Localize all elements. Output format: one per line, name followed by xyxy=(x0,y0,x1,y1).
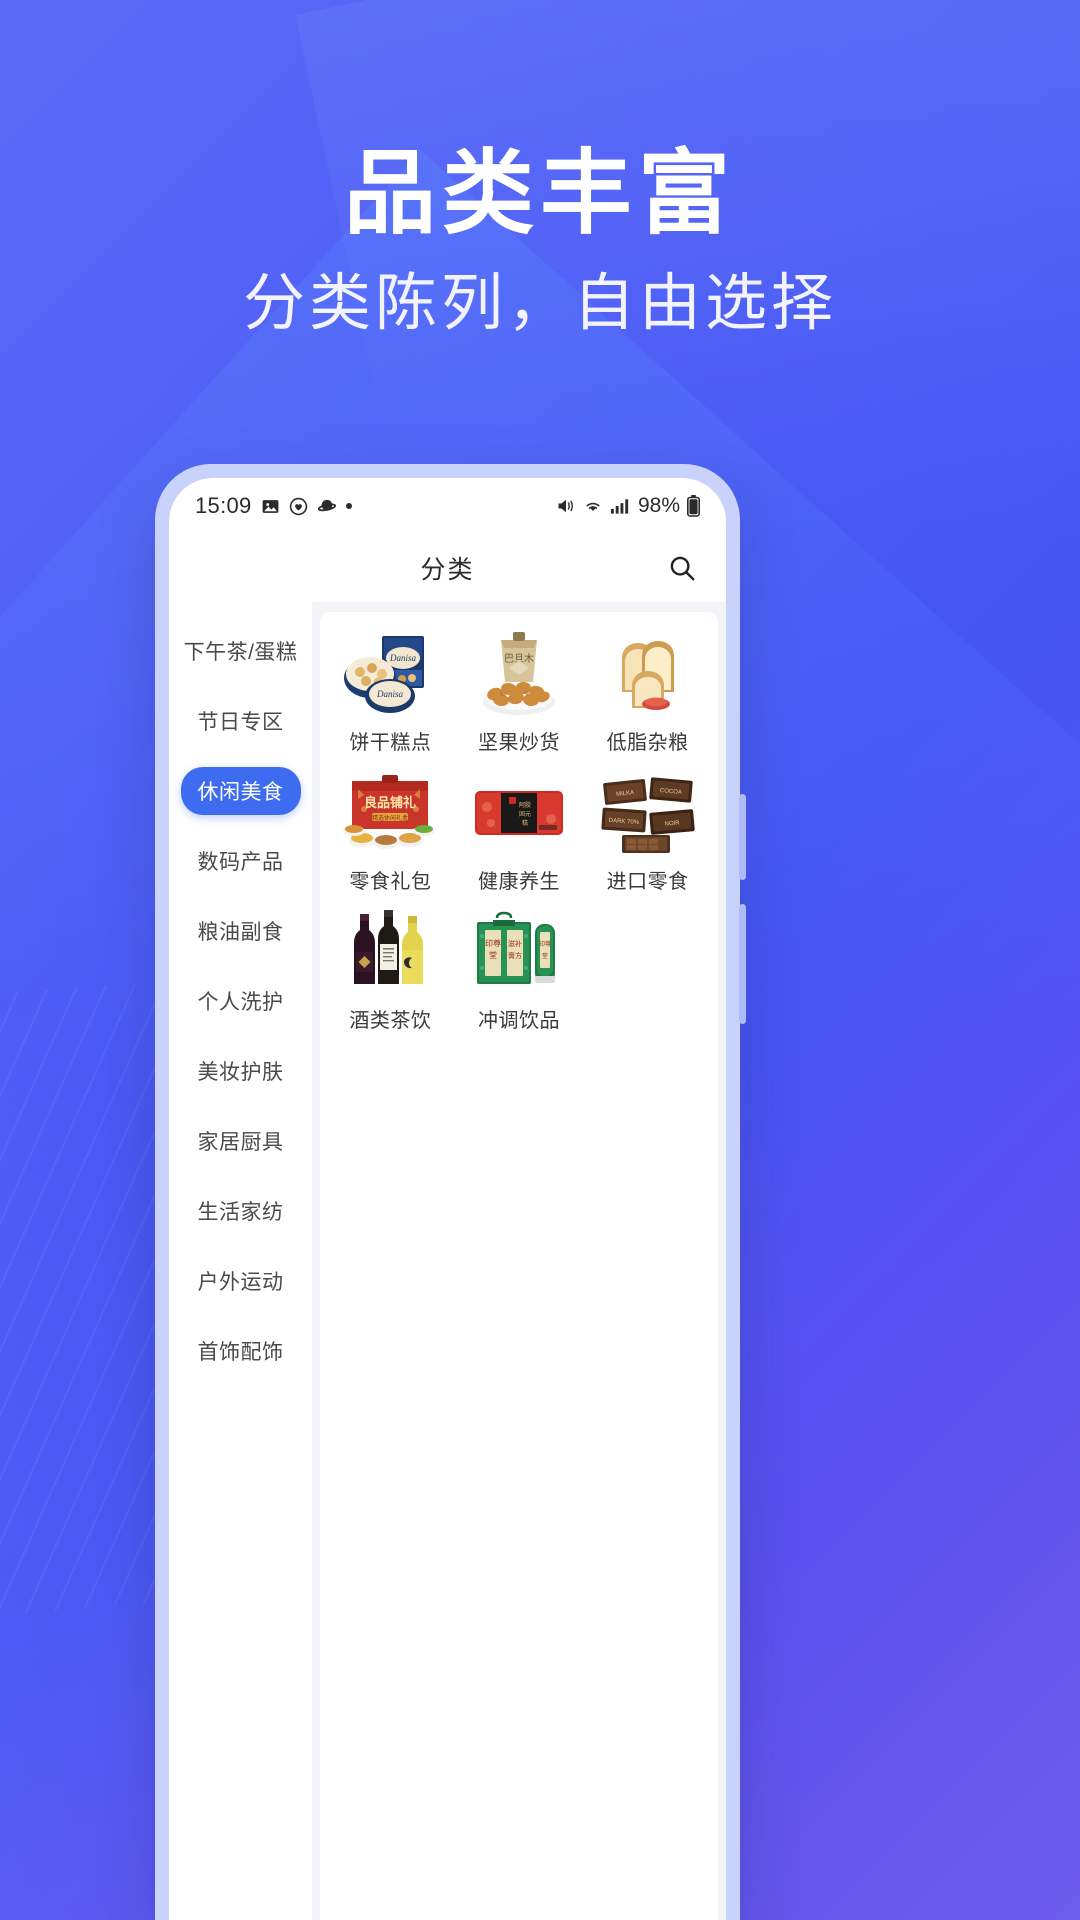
battery-icon xyxy=(687,495,700,517)
subcategory-cell[interactable]: 印尊 堂 滋补 膏方 印尊 堂 冲调饮品 xyxy=(455,906,584,1033)
page-title: 分类 xyxy=(420,556,475,584)
bread-slices-thumb xyxy=(596,628,700,720)
planet-icon xyxy=(317,496,337,516)
subcategory-label: 进口零食 xyxy=(606,871,689,893)
sidebar-item[interactable]: 个人洗护 xyxy=(169,966,312,1036)
sidebar-item-label: 个人洗护 xyxy=(197,991,284,1014)
subcategory-label: 低脂杂粮 xyxy=(606,732,689,754)
search-icon[interactable] xyxy=(662,548,702,588)
category-body: 下午茶/蛋糕 节日专区休闲美食数码产品粮油副食个人洗护美妆护肤家居厨具生活家纺户外… xyxy=(169,602,726,1920)
promo-screenshot: 品类丰富 分类陈列，自由选择 15:09 98% 分类 下午茶/蛋糕 节日专区 … xyxy=(0,0,1080,1920)
sidebar-item-label: 美妆护肤 xyxy=(197,1061,284,1084)
sidebar-item[interactable]: 节日专区 xyxy=(169,686,312,756)
sidebar-item-label: 户外运动 xyxy=(197,1271,284,1294)
svg-text:印尊: 印尊 xyxy=(485,938,501,948)
subcategory-label: 健康养生 xyxy=(477,871,560,893)
sidebar-item-label: 生活家纺 xyxy=(197,1201,284,1224)
chocolate-bars-thumb: MILKA COCOA DARK 70% NOIR xyxy=(596,767,700,859)
sidebar-item-label: 家居厨具 xyxy=(197,1131,284,1154)
phone-volume-button xyxy=(739,794,746,880)
sidebar-item[interactable]: 首饰配饰 xyxy=(169,1316,312,1386)
svg-text:精选休闲礼盒: 精选休闲礼盒 xyxy=(372,814,408,822)
status-time: 15:09 xyxy=(195,493,252,518)
subcategory-label: 零食礼包 xyxy=(349,871,432,893)
nuts-bag-thumb: 巴旦木 xyxy=(467,628,571,720)
svg-text:堂: 堂 xyxy=(489,950,497,960)
phone-mockup: 15:09 98% 分类 下午茶/蛋糕 节日专区 休闲美食 数码产品 粮油副食 … xyxy=(155,464,746,1920)
subcategory-label: 冲调饮品 xyxy=(477,1010,560,1032)
svg-text:滋补: 滋补 xyxy=(508,939,522,948)
promo-subheadline: 分类陈列，自由选择 xyxy=(242,266,837,339)
sidebar-item[interactable]: 户外运动 xyxy=(169,1246,312,1316)
image-icon xyxy=(261,497,280,516)
svg-text:Danisa: Danisa xyxy=(389,653,417,663)
status-bar: 15:09 98% xyxy=(169,478,726,534)
wifi-icon xyxy=(583,496,603,516)
subcategory-cell[interactable]: MILKA COCOA DARK 70% NOIR 进口零食 xyxy=(583,767,712,894)
category-content-card: Danisa Danisa 饼干糕点 巴旦木 坚果炒货 低脂杂粮 良品铺礼 精选… xyxy=(320,612,718,1920)
nav-bar: 分类 xyxy=(169,534,726,602)
svg-text:阿胶: 阿胶 xyxy=(519,801,531,809)
snack-gift-box-thumb: 良品铺礼 精选休闲礼盒 xyxy=(338,767,442,859)
sidebar-item[interactable]: 家居厨具 xyxy=(169,1106,312,1176)
signal-icon xyxy=(610,497,631,515)
sidebar-item[interactable]: 生活家纺 xyxy=(169,1176,312,1246)
sidebar-item[interactable]: 数码产品 xyxy=(169,826,312,896)
category-content: Danisa Danisa 饼干糕点 巴旦木 坚果炒货 低脂杂粮 良品铺礼 精选… xyxy=(312,602,726,1920)
subcategory-label: 饼干糕点 xyxy=(349,732,432,754)
subcategory-cell[interactable]: 阿胶 固元 糕 健康养生 xyxy=(455,767,584,894)
mute-icon xyxy=(556,496,576,516)
subcategory-cell[interactable]: 良品铺礼 精选休闲礼盒 零食礼包 xyxy=(326,767,455,894)
green-gift-box-thumb: 印尊 堂 滋补 膏方 印尊 堂 xyxy=(467,906,571,998)
promo-headline: 品类丰富 xyxy=(343,140,736,247)
sidebar-item[interactable]: 美妆护肤 xyxy=(169,1036,312,1106)
phone-power-button xyxy=(739,904,746,1024)
wine-bottles-thumb xyxy=(338,906,442,998)
status-bar-left: 15:09 xyxy=(195,493,352,519)
subcategory-label: 酒类茶饮 xyxy=(349,1010,432,1032)
sidebar-item-label: 节日专区 xyxy=(197,711,284,734)
sidebar-item[interactable]: 粮油副食 xyxy=(169,896,312,966)
svg-text:印尊: 印尊 xyxy=(539,940,551,948)
sidebar-item-label: 首饰配饰 xyxy=(197,1341,284,1364)
cookie-tin-thumb: Danisa Danisa xyxy=(338,628,442,720)
sidebar-item-label: 休闲美食 xyxy=(180,767,301,815)
svg-text:膏方: 膏方 xyxy=(508,951,522,960)
red-health-box-thumb: 阿胶 固元 糕 xyxy=(467,767,571,859)
svg-text:糕: 糕 xyxy=(522,819,528,827)
phone-screen: 15:09 98% 分类 下午茶/蛋糕 节日专区 休闲美食 数码产品 粮油副食 … xyxy=(169,478,726,1920)
svg-text:Danisa: Danisa xyxy=(376,689,404,699)
status-bar-right: 98% xyxy=(556,494,700,518)
heart-circle-icon xyxy=(289,497,308,516)
svg-text:堂: 堂 xyxy=(542,952,548,960)
subcategory-grid: Danisa Danisa 饼干糕点 巴旦木 坚果炒货 低脂杂粮 良品铺礼 精选… xyxy=(326,628,712,1045)
sidebar-item[interactable]: 下午茶/蛋糕 xyxy=(169,616,312,686)
sidebar-item-label: 下午茶/蛋糕 xyxy=(183,641,298,664)
subcategory-cell[interactable]: 酒类茶饮 xyxy=(326,906,455,1033)
category-sidebar[interactable]: 下午茶/蛋糕 节日专区休闲美食数码产品粮油副食个人洗护美妆护肤家居厨具生活家纺户外… xyxy=(169,602,312,1920)
battery-percent: 98% xyxy=(637,494,680,517)
sidebar-item-label: 粮油副食 xyxy=(197,921,284,944)
svg-text:固元: 固元 xyxy=(519,811,531,818)
subcategory-cell[interactable]: Danisa Danisa 饼干糕点 xyxy=(326,628,455,755)
sidebar-item-label: 数码产品 xyxy=(197,851,284,874)
sidebar-item[interactable]: 休闲美食 xyxy=(169,756,312,826)
subcategory-cell[interactable]: 巴旦木 坚果炒货 xyxy=(455,628,584,755)
dot-icon xyxy=(345,503,352,509)
subcategory-cell[interactable]: 低脂杂粮 xyxy=(583,628,712,755)
svg-text:良品铺礼: 良品铺礼 xyxy=(364,795,416,810)
subcategory-label: 坚果炒货 xyxy=(477,732,560,754)
